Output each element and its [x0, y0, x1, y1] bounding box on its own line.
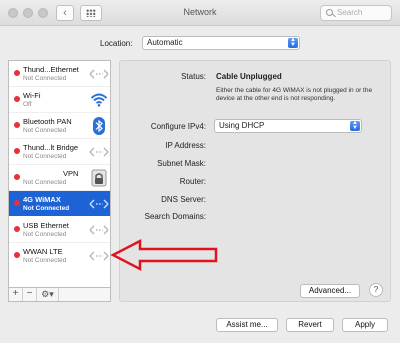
search-placeholder: Search — [337, 8, 363, 17]
status-label: Status: — [181, 72, 206, 81]
search-input[interactable]: Search — [320, 5, 392, 21]
subnet-mask-label: Subnet Mask: — [157, 159, 206, 168]
dns-server-label: DNS Server: — [161, 195, 206, 204]
status-dot — [14, 252, 20, 258]
remove-service-button[interactable]: − — [23, 288, 37, 301]
ethernet-arrows-icon — [89, 142, 109, 161]
service-list-toolbar: + − ⚙▾ — [8, 288, 111, 302]
service-status: Not Connected — [23, 205, 70, 212]
service-name: WWAN LTE — [23, 247, 63, 256]
service-name: USB Ethernet — [23, 221, 69, 230]
service-item-bluetooth-pan[interactable]: Bluetooth PAN Not Connected — [9, 113, 110, 138]
search-icon — [326, 9, 333, 16]
revert-button[interactable]: Revert — [286, 318, 334, 332]
ethernet-arrows-icon — [89, 64, 109, 83]
network-preferences-window: ‹ Network Search Location: Automatic ▲ ▼ … — [0, 0, 400, 343]
service-name: 4G WiMAX — [23, 195, 61, 204]
ethernet-arrows-icon — [89, 194, 109, 213]
bluetooth-icon — [89, 116, 109, 135]
service-status: Not Connected — [23, 257, 67, 264]
search-domains-label: Search Domains: — [144, 212, 206, 221]
updown-arrows-icon: ▲ ▼ — [350, 120, 360, 131]
service-item-thunderbolt-bridge[interactable]: Thund...lt Bridge Not Connected — [9, 139, 110, 164]
red-annotation-arrow — [110, 238, 218, 272]
service-item-usb-ethernet[interactable]: USB Ethernet Not Connected — [9, 217, 110, 242]
configure-ipv4-label: Configure IPv4: — [150, 122, 206, 131]
add-service-button[interactable]: + — [9, 288, 23, 301]
status-dot — [14, 226, 20, 232]
service-status: Not Connected — [23, 153, 67, 160]
service-item-thunderbolt-ethernet[interactable]: Thund...Ethernet Not Connected — [9, 61, 110, 86]
status-note: Either the cable for 4G WiMAX is not plu… — [216, 87, 373, 103]
status-dot — [14, 200, 20, 206]
gear-menu-button[interactable]: ⚙▾ — [37, 288, 59, 301]
service-name: Thund...Ethernet — [23, 65, 79, 74]
ethernet-arrows-icon — [89, 246, 109, 265]
status-dot — [14, 174, 20, 180]
wifi-icon — [89, 90, 109, 109]
service-name: Thund...lt Bridge — [23, 143, 79, 152]
service-item-4g-wimax[interactable]: 4G WiMAX Not Connected — [9, 191, 110, 216]
ethernet-arrows-icon — [89, 220, 109, 239]
service-item-wwan-lte[interactable]: WWAN LTE Not Connected — [9, 243, 110, 268]
status-value: Cable Unplugged — [216, 72, 282, 81]
status-dot — [14, 148, 20, 154]
service-name: Bluetooth PAN — [23, 117, 72, 126]
service-status: Not Connected — [23, 127, 67, 134]
location-select[interactable]: Automatic ▲ ▼ — [142, 36, 300, 50]
help-button[interactable]: ? — [369, 283, 383, 297]
assist-me-button[interactable]: Assist me... — [216, 318, 278, 332]
ip-address-label: IP Address: — [165, 141, 206, 150]
status-dot — [14, 70, 20, 76]
service-status: Off — [23, 101, 32, 108]
lock-icon — [89, 168, 109, 187]
configure-ipv4-value: Using DHCP — [219, 121, 265, 130]
configure-ipv4-select[interactable]: Using DHCP ▲ ▼ — [214, 119, 362, 133]
location-value: Automatic — [147, 38, 183, 47]
apply-button[interactable]: Apply — [342, 318, 388, 332]
service-status: Not Connected — [23, 179, 67, 186]
service-status: Not Connected — [23, 75, 67, 82]
service-item-vpn[interactable]: VPN Not Connected — [9, 165, 110, 190]
updown-arrows-icon: ▲ ▼ — [288, 37, 298, 48]
service-item-wifi[interactable]: Wi-Fi Off — [9, 87, 110, 112]
service-status: Not Connected — [23, 231, 67, 238]
router-label: Router: — [179, 177, 206, 186]
service-name: VPN — [63, 169, 79, 178]
service-name: Wi-Fi — [23, 91, 41, 100]
service-list: Thund...Ethernet Not Connected Wi-Fi Off… — [8, 60, 111, 288]
location-label: Location: — [100, 39, 133, 48]
advanced-button[interactable]: Advanced... — [300, 284, 360, 298]
status-dot — [14, 122, 20, 128]
titlebar: ‹ Network Search — [0, 0, 400, 26]
status-dot — [14, 96, 20, 102]
